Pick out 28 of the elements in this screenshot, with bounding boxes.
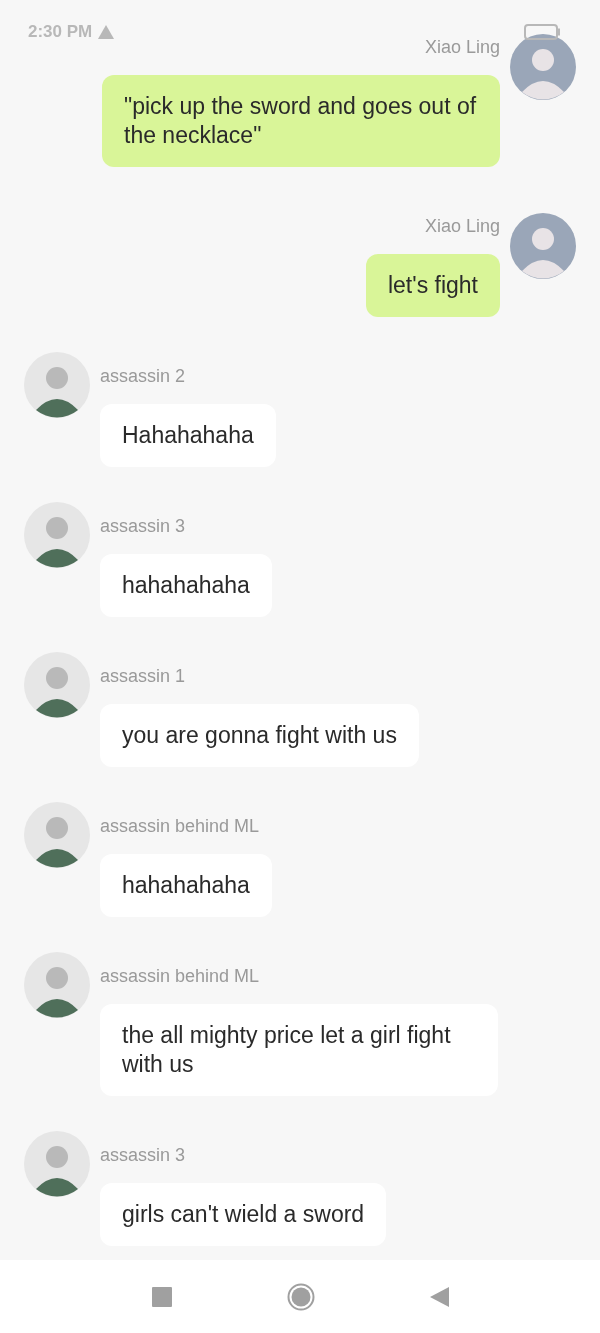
avatar-icon[interactable] xyxy=(24,652,90,718)
sender-name: Xiao Ling xyxy=(424,215,500,238)
sender-name: assassin 2 xyxy=(100,365,186,388)
avatar-icon[interactable] xyxy=(24,352,90,418)
avatar-icon[interactable] xyxy=(24,952,90,1018)
sender-name: assassin 3 xyxy=(100,1144,186,1167)
message-bubble: the all mighty price let a girl fight with us xyxy=(100,1004,498,1096)
avatar-icon[interactable] xyxy=(24,1131,90,1197)
sender-name: assassin behind ML xyxy=(100,965,260,988)
message-bubble: hahahahaha xyxy=(100,554,272,617)
message-bubble: you are gonna fight with us xyxy=(100,704,419,767)
sender-name: assassin 3 xyxy=(100,515,186,538)
sender-name: assassin behind ML xyxy=(100,815,260,838)
sender-name: Xiao Ling xyxy=(424,36,500,59)
warning-icon xyxy=(98,25,115,39)
sender-name: assassin 1 xyxy=(100,665,186,688)
message-bubble: girls can't wield a sword xyxy=(100,1183,387,1246)
avatar-icon[interactable] xyxy=(24,802,90,868)
recents-icon[interactable] xyxy=(151,1286,172,1307)
message-bubble: Hahahahaha xyxy=(100,404,276,467)
battery-icon xyxy=(524,24,560,40)
avatar-icon[interactable] xyxy=(24,502,90,568)
message-bubble: "pick up the sword and goes out of the necklace" xyxy=(102,75,500,167)
status-time: 2:30 PM xyxy=(28,22,93,42)
message-bubble: let's fight xyxy=(365,254,500,317)
message-bubble: hahahahaha xyxy=(100,854,272,917)
home-icon[interactable] xyxy=(286,1282,315,1311)
back-icon[interactable] xyxy=(429,1286,449,1307)
